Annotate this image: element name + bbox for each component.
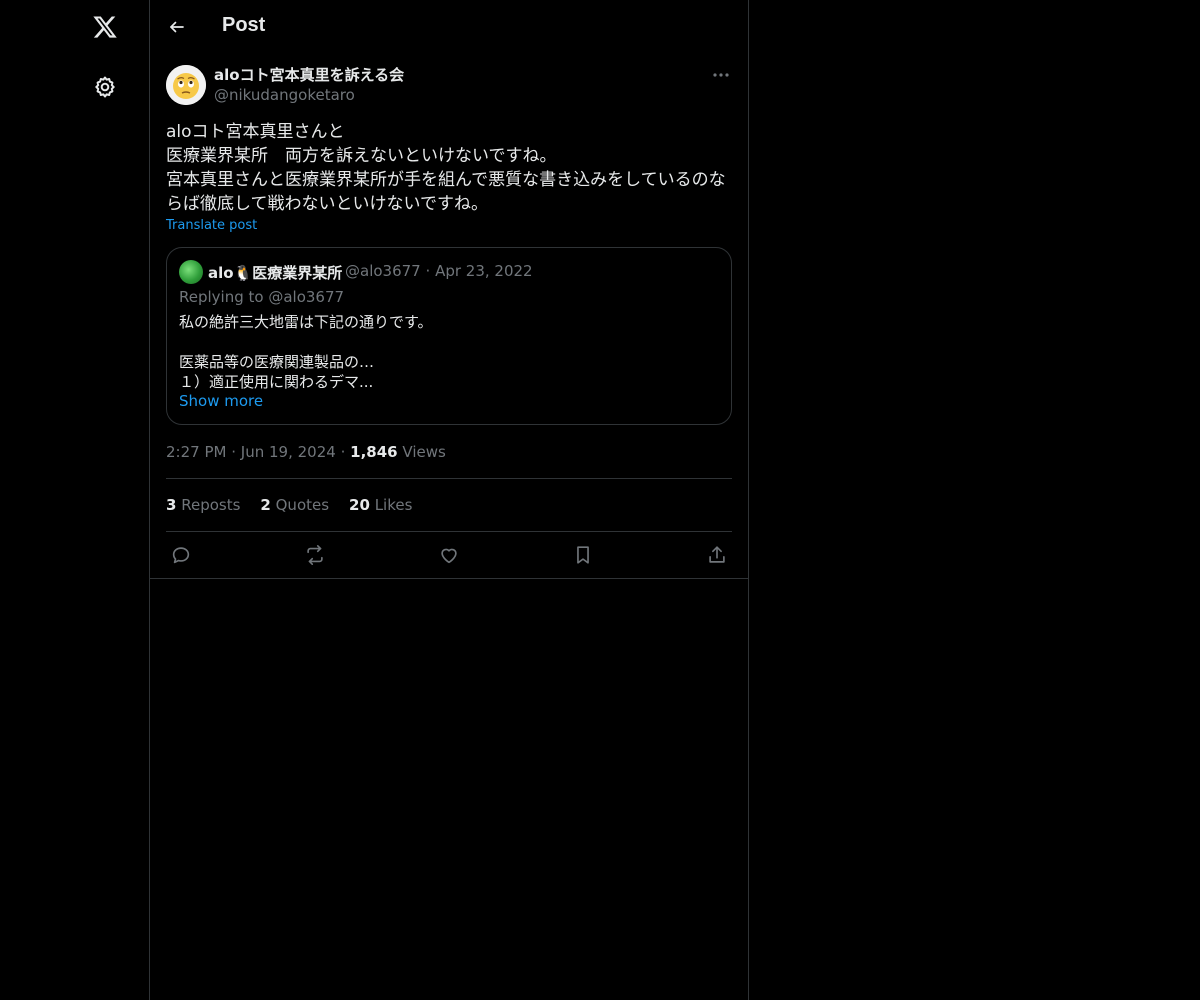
quoted-date: Apr 23, 2022 (435, 262, 533, 280)
post-text-line: aloコト宮本真里さんと (166, 122, 345, 142)
share-icon[interactable] (702, 543, 732, 567)
quoted-author-name: alo🐧医療業界某所 (208, 264, 343, 282)
post-text-line: らば徹底して戦わないといけないですね。 (166, 194, 488, 214)
quoted-text-line: 医薬品等の医療関連製品の… (179, 353, 375, 371)
post-text-line: 宮本真里さんと医療業界某所が手を組んで悪質な書き込みをしているのな (166, 170, 726, 190)
avatar[interactable] (166, 65, 206, 105)
separator: · (425, 262, 431, 280)
separator: · (231, 443, 237, 461)
main-column: Post aloコト宮本真里を訴える会 @nikudangoketaro alo… (149, 0, 749, 1000)
quoted-text-line (179, 332, 433, 352)
top-bar: Post (150, 0, 748, 53)
post-date[interactable]: Jun 19, 2024 (241, 443, 336, 461)
reposts-count: 3 (166, 496, 177, 514)
left-nav (0, 0, 150, 1000)
divider (166, 478, 732, 479)
quotes-stat[interactable]: 2 Quotes (260, 496, 329, 514)
post-bottom-border (150, 578, 748, 579)
divider (166, 531, 732, 532)
repost-icon[interactable] (300, 543, 330, 567)
likes-label: Likes (374, 496, 413, 514)
face-emoji-icon (166, 65, 206, 105)
quoted-post[interactable]: alo🐧医療業界某所 @alo3677 · Apr 23, 2022 Reply… (166, 247, 732, 425)
translate-post-link[interactable]: Translate post (166, 218, 257, 233)
quotes-count: 2 (260, 496, 271, 514)
reply-icon[interactable] (166, 543, 196, 567)
more-options-icon[interactable] (710, 64, 732, 86)
likes-count: 20 (349, 496, 370, 514)
action-bar (166, 543, 732, 567)
reposts-stat[interactable]: 3 Reposts (166, 496, 240, 514)
post-stats: 3 Reposts 2 Quotes 20 Likes (166, 496, 412, 514)
reposts-label: Reposts (181, 496, 241, 514)
page-title: Post (222, 14, 266, 36)
author-handle[interactable]: @nikudangoketaro (214, 86, 355, 104)
quoted-text: 私の絶許三大地雷は下記の通りです。 医薬品等の医療関連製品の… １）適正使用に関… (179, 312, 433, 392)
separator: · (340, 443, 346, 461)
author-name[interactable]: aloコト宮本真里を訴える会 (214, 64, 404, 85)
quoted-text-line: 私の絶許三大地雷は下記の通りです。 (179, 313, 433, 331)
post-text: aloコト宮本真里さんと 医療業界某所 両方を訴えないといけないですね。 宮本真… (166, 120, 732, 216)
like-icon[interactable] (434, 543, 464, 567)
x-logo-icon[interactable] (80, 2, 130, 52)
quoted-author-handle: @alo3677 (345, 262, 421, 280)
back-arrow-icon[interactable] (160, 10, 194, 44)
quotes-label: Quotes (275, 496, 330, 514)
likes-stat[interactable]: 20 Likes (349, 496, 412, 514)
bookmark-icon[interactable] (568, 543, 598, 567)
post-text-line: 医療業界某所 両方を訴えないといけないですね。 (166, 146, 557, 166)
post-timestamp: 2:27 PM · Jun 19, 2024 · 1,846 Views (166, 443, 446, 461)
post-time[interactable]: 2:27 PM (166, 443, 226, 461)
views-label: Views (402, 443, 446, 461)
quoted-meta: @alo3677 · Apr 23, 2022 (345, 262, 533, 280)
gear-icon[interactable] (80, 62, 130, 112)
quoted-avatar (179, 260, 203, 284)
show-more-link[interactable]: Show more (179, 392, 263, 410)
quoted-replying-to: Replying to @alo3677 (179, 288, 345, 306)
views-count: 1,846 (350, 443, 398, 461)
quoted-text-line: １）適正使用に関わるデマ... (179, 373, 374, 391)
